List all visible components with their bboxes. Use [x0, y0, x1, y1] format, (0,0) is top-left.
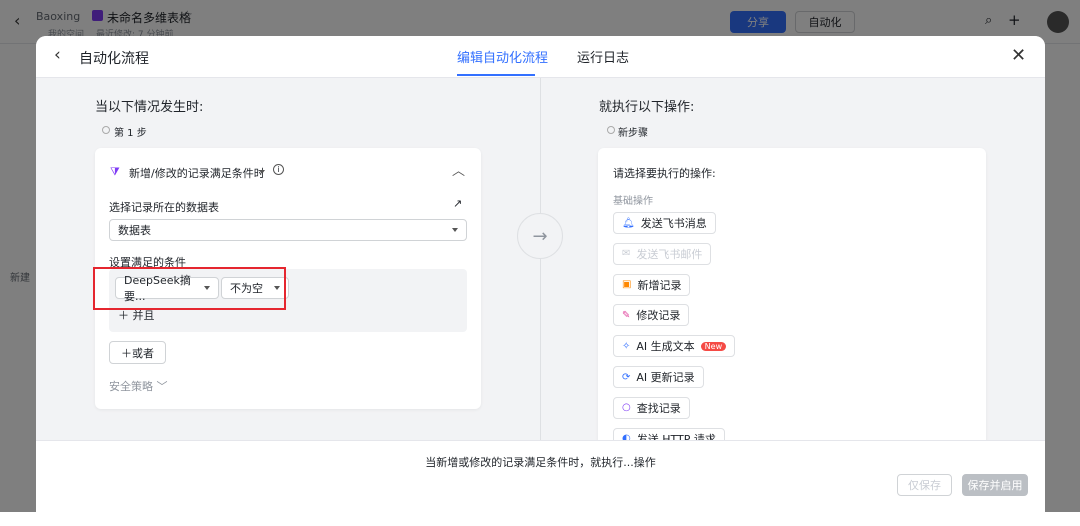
caret-icon[interactable] [259, 170, 265, 174]
action-label: AI 更新记录 [636, 371, 695, 384]
tab-run-log[interactable]: 运行日志 [577, 47, 629, 66]
action-card: 请选择要执行的操作: 基础操作 🔔︎ 发送飞书消息 ✉ 发送飞书邮件 ▣ 新增记录 ✎ 修改记… [598, 148, 986, 488]
search-icon: ○ [622, 402, 631, 414]
add-record-icon: ▣ [622, 279, 632, 291]
arrow-right-icon: → [517, 213, 563, 259]
action-prompt: 请选择要执行的操作: [613, 167, 716, 180]
step-label: 第 1 步 [114, 128, 147, 139]
action-item[interactable]: ⟳ AI 更新记录 [613, 366, 704, 388]
edit-icon: ✎ [622, 309, 631, 321]
action-item[interactable]: ✎ 修改记录 [613, 304, 690, 327]
table-select[interactable]: 数据表 [109, 219, 467, 241]
caret-icon [452, 228, 458, 232]
tab-edit-automation[interactable]: 编辑自动化流程 [457, 47, 548, 66]
bell-icon: 🔔︎ [622, 217, 635, 229]
new-badge: New [700, 341, 727, 351]
security-policy-toggle[interactable]: 安全策略 ﹀ [109, 378, 168, 394]
close-icon[interactable]: ✕ [1011, 45, 1026, 66]
modal-header: ‹ 自动化流程 编辑自动化流程 运行日志 ✕ [36, 36, 1045, 78]
action-item[interactable]: ○ 查找记录 [613, 396, 690, 419]
action-label: AI 生成文本 [636, 340, 695, 354]
action-label: 新增记录 [637, 278, 682, 292]
action-item[interactable]: ✉ 发送飞书邮件 [613, 242, 712, 265]
collapse-icon[interactable]: ︿ [452, 160, 465, 179]
back-icon[interactable]: ‹ [54, 45, 61, 65]
or-label: 或者 [132, 346, 154, 360]
action-item[interactable]: ✧ AI 生成文本 New [613, 335, 736, 358]
modal-footer: 当新增或修改的记录满足条件时，就执行...操作 仅保存 保存并启用 [36, 440, 1045, 526]
refresh-icon: ⟳ [622, 371, 631, 383]
action-label: 发送飞书消息 [640, 217, 707, 230]
table-label: 选择记录所在的数据表 [109, 201, 219, 214]
tab-active-indicator [457, 74, 535, 76]
info-icon[interactable]: i [273, 164, 284, 175]
action-item[interactable]: 🔔︎ 发送飞书消息 [613, 212, 716, 234]
action-heading: 就执行以下操作: [599, 100, 695, 115]
save-only-button[interactable]: 仅保存 [897, 474, 952, 496]
modal-title: 自动化流程 [79, 51, 149, 67]
table-value: 数据表 [118, 224, 151, 237]
open-external-icon[interactable]: ↗ [453, 197, 462, 210]
and-label: 并且 [132, 309, 155, 322]
save-and-enable-button[interactable]: 保存并启用 [962, 474, 1028, 496]
sparkle-icon: ✧ [622, 340, 631, 352]
action-label: 修改记录 [636, 309, 681, 323]
new-step-label: 新步骤 [618, 128, 648, 139]
action-label: 发送飞书邮件 [636, 247, 703, 261]
action-item[interactable]: ▣ 新增记录 [613, 273, 691, 296]
automation-modal: ‹ 自动化流程 编辑自动化流程 运行日志 ✕ → 当以下情况发生时: 第 1 步… [36, 36, 1045, 526]
trigger-heading: 当以下情况发生时: [95, 100, 204, 115]
add-or-button[interactable]: ＋ 或者 [109, 341, 166, 364]
group-label: 基础操作 [613, 196, 653, 207]
highlight-box [93, 267, 286, 310]
step-dot [607, 126, 615, 134]
footer-summary: 当新增或修改的记录满足条件时，就执行...操作 [425, 456, 656, 469]
divider [540, 78, 541, 478]
mail-icon: ✉ [622, 248, 631, 260]
filter-icon: ⧩ [110, 165, 120, 178]
action-label: 查找记录 [636, 401, 681, 415]
trigger-type[interactable]: 新增/修改的记录满足条件时 [129, 165, 265, 181]
trigger-card: ⧩ 新增/修改的记录满足条件时 i ︿ 选择记录所在的数据表 ↗ 数据表 设置满… [93, 148, 481, 409]
security-label: 安全策略 [109, 380, 153, 393]
step-dot [102, 126, 110, 134]
